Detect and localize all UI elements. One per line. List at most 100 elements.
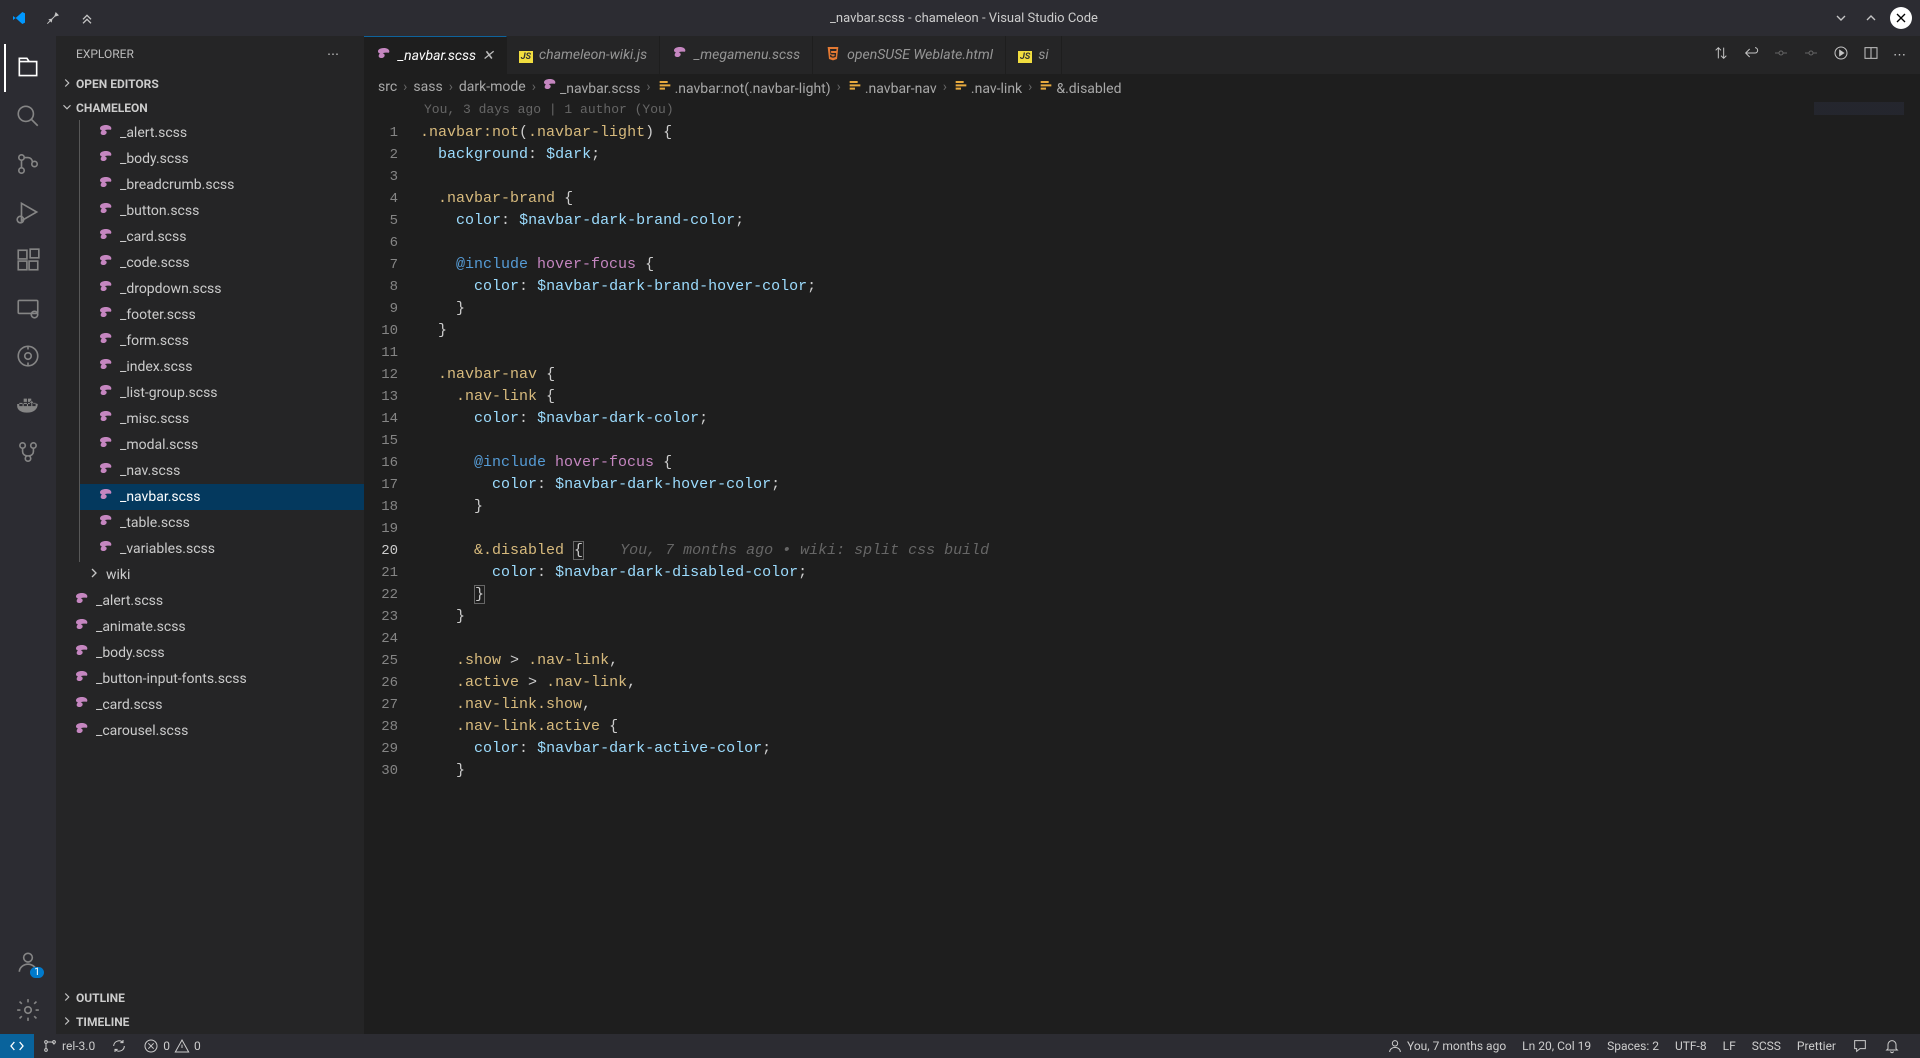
breadcrumb-item[interactable]: sass (413, 79, 442, 95)
file-item[interactable]: _dropdown.scss (79, 276, 364, 302)
timeline-section[interactable]: TIMELINE (56, 1010, 364, 1034)
activity-settings[interactable] (4, 986, 52, 1034)
chevron-up-double-icon[interactable] (76, 7, 98, 29)
chevron-right-icon: › (532, 79, 536, 95)
file-item[interactable]: _misc.scss (79, 406, 364, 432)
scss-icon (98, 383, 112, 403)
file-item[interactable]: _footer.scss (79, 302, 364, 328)
go-back-icon[interactable] (1743, 45, 1759, 65)
activity-search[interactable] (4, 92, 52, 140)
activity-remote[interactable] (4, 284, 52, 332)
run-icon[interactable] (1833, 45, 1849, 65)
scss-icon (74, 617, 88, 637)
editor-tab[interactable]: _megamenu.scss (660, 36, 813, 74)
split-editor-icon[interactable] (1863, 45, 1879, 65)
activity-extensions[interactable] (4, 236, 52, 284)
next-change-icon[interactable] (1803, 45, 1819, 65)
file-item[interactable]: _alert.scss (68, 588, 364, 614)
bell-icon[interactable] (1876, 1038, 1908, 1054)
problems[interactable]: 0 0 (135, 1034, 209, 1058)
breadcrumb-item[interactable]: src (378, 79, 397, 95)
sync-icon[interactable] (103, 1034, 135, 1058)
code-content[interactable]: .navbar:not(.navbar-light) { background:… (420, 100, 1920, 1034)
scss-icon (98, 487, 112, 507)
file-item[interactable]: _carousel.scss (68, 718, 364, 744)
remote-indicator[interactable] (0, 1034, 34, 1058)
scss-icon (98, 123, 112, 143)
file-tree[interactable]: _alert.scss_body.scss_breadcrumb.scss_bu… (56, 120, 364, 986)
file-item[interactable]: _animate.scss (68, 614, 364, 640)
editor-tab[interactable]: _navbar.scss✕ (364, 36, 507, 74)
file-label: _misc.scss (120, 411, 189, 427)
file-item[interactable]: _table.scss (79, 510, 364, 536)
file-item[interactable]: _body.scss (68, 640, 364, 666)
file-item[interactable]: _nav.scss (79, 458, 364, 484)
project-section[interactable]: CHAMELEON (56, 96, 364, 120)
vscode-icon (8, 7, 30, 29)
indentation[interactable]: Spaces: 2 (1599, 1039, 1667, 1053)
chevron-down-icon (60, 100, 74, 117)
file-item[interactable]: _navbar.scss (79, 484, 364, 510)
activity-explorer[interactable] (4, 44, 52, 92)
file-item[interactable]: _body.scss (79, 146, 364, 172)
blame-status[interactable]: You, 7 months ago (1379, 1038, 1514, 1054)
file-item[interactable]: _card.scss (68, 692, 364, 718)
activity-account[interactable]: 1 (4, 938, 52, 986)
file-item[interactable]: _code.scss (79, 250, 364, 276)
prev-change-icon[interactable] (1773, 45, 1789, 65)
editor-body[interactable]: You, 3 days ago | 1 author (You) 1234567… (364, 100, 1920, 1034)
file-item[interactable]: _modal.scss (79, 432, 364, 458)
breadcrumb-item[interactable]: _navbar.scss (542, 77, 640, 97)
activity-gitlens[interactable] (4, 332, 52, 380)
file-item[interactable]: _button.scss (79, 198, 364, 224)
editor-tab[interactable]: JSsi (1006, 36, 1062, 74)
open-editors-section[interactable]: OPEN EDITORS (56, 72, 364, 96)
breadcrumb-item[interactable]: .navbar:not(.navbar-light) (657, 77, 831, 97)
chevron-right-icon: › (646, 79, 650, 95)
editor-tab[interactable]: JSchameleon-wiki.js (507, 36, 660, 74)
file-item[interactable]: _breadcrumb.scss (79, 172, 364, 198)
compare-icon[interactable] (1713, 45, 1729, 65)
file-item[interactable]: _card.scss (79, 224, 364, 250)
file-item[interactable]: _index.scss (79, 354, 364, 380)
language-mode[interactable]: SCSS (1744, 1039, 1789, 1053)
close-tab-icon[interactable]: ✕ (482, 48, 494, 64)
activity-docker[interactable] (4, 380, 52, 428)
file-item[interactable]: _alert.scss (79, 120, 364, 146)
chevron-down-icon[interactable] (1830, 7, 1852, 29)
cursor-position[interactable]: Ln 20, Col 19 (1514, 1039, 1599, 1053)
feedback-icon[interactable] (1844, 1038, 1876, 1054)
outline-section[interactable]: OUTLINE (56, 986, 364, 1010)
breadcrumb-item[interactable]: .nav-link (953, 77, 1022, 97)
close-window-icon[interactable] (1890, 7, 1912, 29)
file-item[interactable]: _list-group.scss (79, 380, 364, 406)
encoding[interactable]: UTF-8 (1667, 1039, 1715, 1053)
pin-icon[interactable] (42, 7, 64, 29)
scss-icon (98, 175, 112, 195)
chevron-up-icon[interactable] (1860, 7, 1882, 29)
more-icon[interactable]: ⋯ (322, 43, 344, 65)
git-branch[interactable]: rel-3.0 (34, 1034, 103, 1058)
activity-source-control[interactable] (4, 140, 52, 188)
editor-tab[interactable]: openSUSE Weblate.html (813, 36, 1006, 74)
chevron-right-icon (60, 1014, 74, 1031)
prettier-status[interactable]: Prettier (1789, 1039, 1844, 1053)
breadcrumb-item[interactable]: .navbar-nav (847, 77, 937, 97)
eol[interactable]: LF (1715, 1039, 1744, 1053)
activity-run-debug[interactable] (4, 188, 52, 236)
more-actions-icon[interactable]: ⋯ (1893, 48, 1906, 63)
breadcrumb-item[interactable]: &.disabled (1038, 77, 1121, 97)
file-item[interactable]: _button-input-fonts.scss (68, 666, 364, 692)
file-item[interactable]: _variables.scss (79, 536, 364, 562)
file-item[interactable]: _form.scss (79, 328, 364, 354)
activity-bar: 1 (0, 36, 56, 1034)
breadcrumb-item[interactable]: dark-mode (459, 79, 526, 95)
js-icon: JS (519, 47, 533, 63)
activity-github[interactable] (4, 428, 52, 476)
breadcrumbs[interactable]: src›sass›dark-mode›_navbar.scss›.navbar:… (364, 74, 1920, 100)
title-bar: _navbar.scss - chameleon - Visual Studio… (0, 0, 1920, 36)
editor-area: _navbar.scss✕JSchameleon-wiki.js_megamen… (364, 36, 1920, 1034)
scss-icon (376, 46, 392, 66)
folder-item[interactable]: wiki (68, 562, 364, 588)
minimap[interactable] (1814, 102, 1904, 322)
